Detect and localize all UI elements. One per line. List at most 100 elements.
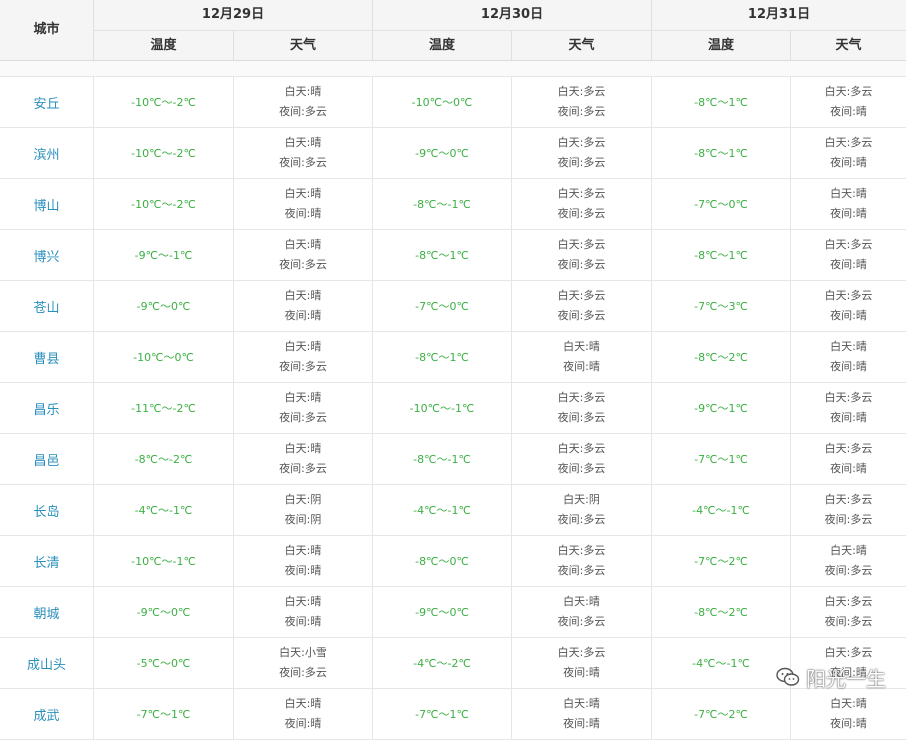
weather-day: 白天:多云 [557, 442, 606, 455]
weather-cell: 白天:多云 夜间:多云 [511, 179, 651, 229]
weather-cell: 白天:晴 夜间:晴 [511, 332, 651, 382]
weather-night: 夜间:多云 [557, 156, 606, 169]
weather-day: 白天:阴 [284, 493, 322, 506]
weather-day: 白天:多云 [557, 544, 606, 557]
weather-night: 夜间:晴 [563, 360, 600, 373]
weather-night: 夜间:多云 [279, 105, 327, 118]
temperature-range: -9℃～1℃ [651, 383, 790, 433]
weather-day: 白天:晴 [830, 697, 867, 710]
table-row: 苍山 -9℃～0℃ 白天:晴 夜间:晴 -7℃～0℃ 白天:多云 夜间:多云 -7℃～3℃ 白天… [0, 281, 906, 332]
weather-cell: 白天:晴 夜间:晴 [233, 689, 372, 739]
weather-day: 白天:晴 [284, 697, 322, 710]
city-name[interactable]: 成山头 [0, 638, 93, 688]
temperature-range: -8℃～2℃ [651, 587, 790, 637]
weather-cell: 白天:多云 夜间:多云 [790, 485, 906, 535]
city-name[interactable]: 博兴 [0, 230, 93, 280]
city-name[interactable]: 曹县 [0, 332, 93, 382]
temperature-range: -7℃～0℃ [372, 281, 511, 331]
weather-day: 白天:多云 [824, 442, 873, 455]
table-row: 博兴 -9℃～-1℃ 白天:晴 夜间:多云 -8℃～1℃ 白天:多云 夜间:多云 -8℃～1℃… [0, 230, 906, 281]
weather-day: 白天:多云 [824, 136, 873, 149]
table-row: 昌乐 -11℃～-2℃ 白天:晴 夜间:多云 -10℃～-1℃ 白天:多云夜间:多云 -9℃… [0, 383, 906, 434]
header-temp: 温度 [372, 31, 511, 61]
weather-cell: 白天:阴夜间:阴 [233, 485, 372, 535]
weather-cell: 白天:晴 夜间:晴 [790, 332, 906, 382]
header-temp: 温度 [651, 31, 790, 61]
weather-night: 夜间:多云 [557, 105, 606, 118]
weather-cell: 白天:多云 夜间:晴 [790, 434, 906, 484]
weather-cell: 白天:晴夜间:晴 [790, 179, 906, 229]
temperature-range: -8℃～-1℃ [372, 434, 511, 484]
weather-day: 白天:晴 [284, 544, 322, 557]
temperature-range: -11℃～-2℃ [93, 383, 233, 433]
temperature-range: -5℃～0℃ [93, 638, 233, 688]
watermark-text: 阳光一生 [806, 666, 886, 691]
weather-day: 白天:晴 [563, 595, 600, 608]
table-row: 安丘 -10℃～-2℃ 白天:晴 夜间:多云 -10℃～0℃ 白天:多云 夜间:多云 -8℃～… [0, 77, 906, 128]
weather-cell: 白天:多云 夜间:晴 [790, 383, 906, 433]
weather-day: 白天:晴 [284, 238, 322, 251]
weather-night: 夜间:晴 [830, 207, 867, 220]
temperature-range: -8℃～1℃ [372, 332, 511, 382]
city-name[interactable]: 安丘 [0, 77, 93, 127]
city-name[interactable]: 昌邑 [0, 434, 93, 484]
weather-night: 夜间:多云 [279, 666, 327, 679]
weather-day: 白天:晴 [563, 697, 600, 710]
city-name[interactable]: 苍山 [0, 281, 93, 331]
weather-cell: 白天:多云 夜间:多云 [790, 587, 906, 637]
weather-cell: 白天:多云 夜间:晴 [790, 281, 906, 331]
table-row: 滨州 -10℃～-2℃ 白天:晴 夜间:多云 -9℃～0℃ 白天:多云 夜间:多云 -8℃～1… [0, 128, 906, 179]
weather-day: 白天:晴 [284, 289, 322, 302]
weather-cell: 白天:晴 夜间:晴 [233, 587, 372, 637]
weather-cell: 白天:晴夜间:晴 [790, 689, 906, 739]
temperature-range: -7℃～2℃ [651, 536, 790, 586]
city-name[interactable]: 滨州 [0, 128, 93, 178]
weather-day: 白天:小雪 [279, 646, 327, 659]
table-row: 长清 -10℃～-1℃ 白天:晴 夜间:晴 -8℃～0℃ 白天:多云 夜间:多云 -7℃～2℃… [0, 536, 906, 587]
weather-night: 夜间:晴 [830, 717, 867, 730]
weather-cell: 白天:多云 夜间:多云 [511, 434, 651, 484]
header-weather: 天气 [511, 31, 651, 61]
temperature-range: -7℃～1℃ [372, 689, 511, 739]
weather-day: 白天:晴 [830, 187, 867, 200]
weather-cell: 白天:多云 夜间:晴 [790, 230, 906, 280]
city-name[interactable]: 博山 [0, 179, 93, 229]
weather-day: 白天:多云 [557, 391, 606, 404]
weather-night: 夜间:晴 [830, 156, 867, 169]
city-name[interactable]: 成武 [0, 689, 93, 739]
temperature-range: -4℃～-1℃ [651, 638, 790, 688]
city-name[interactable]: 长清 [0, 536, 93, 586]
temperature-range: -7℃～0℃ [651, 179, 790, 229]
city-name[interactable]: 长岛 [0, 485, 93, 535]
weather-day: 白天:多云 [557, 85, 606, 98]
temperature-range: -10℃～-1℃ [372, 383, 511, 433]
temperature-range: -9℃～-1℃ [93, 230, 233, 280]
city-name[interactable]: 朝城 [0, 587, 93, 637]
temperature-range: -8℃～-2℃ [93, 434, 233, 484]
city-name[interactable]: 昌乐 [0, 383, 93, 433]
weather-night: 夜间:多云 [824, 615, 873, 628]
temperature-range: -4℃～-2℃ [372, 638, 511, 688]
header-temp: 温度 [93, 31, 233, 61]
weather-night: 夜间:阴 [284, 513, 322, 526]
header-date-3: 12月31日 [651, 0, 906, 31]
weather-night: 夜间:多云 [824, 513, 873, 526]
temperature-range: -4℃～-1℃ [93, 485, 233, 535]
weather-night: 夜间:多云 [557, 615, 606, 628]
weather-day: 白天:晴 [284, 136, 322, 149]
weather-cell: 白天:晴 夜间:晴 [511, 689, 651, 739]
weather-cell: 白天:多云 夜间:多云 [511, 281, 651, 331]
weather-cell: 白天:晴 夜间:多云 [233, 434, 372, 484]
weather-cell: 白天:晴 夜间:多云 [233, 383, 372, 433]
weather-day: 白天:多云 [557, 136, 606, 149]
temperature-range: -10℃～-2℃ [93, 77, 233, 127]
temperature-range: -4℃～-1℃ [651, 485, 790, 535]
weather-cell: 白天:多云 夜间:多云 [511, 536, 651, 586]
wechat-icon [776, 667, 800, 686]
table-row: 昌邑 -8℃～-2℃ 白天:晴 夜间:多云 -8℃～-1℃ 白天:多云 夜间:多云 -7℃～1… [0, 434, 906, 485]
weather-night: 夜间:晴 [830, 411, 867, 424]
weather-night: 夜间:多云 [279, 411, 327, 424]
temperature-range: -10℃～-1℃ [93, 536, 233, 586]
table-row: 长岛 -4℃～-1℃ 白天:阴 夜间:阴 -4℃～-1℃ 白天:阴 夜间:多云 -4℃～-1℃… [0, 485, 906, 536]
weather-night: 夜间:多云 [279, 156, 327, 169]
